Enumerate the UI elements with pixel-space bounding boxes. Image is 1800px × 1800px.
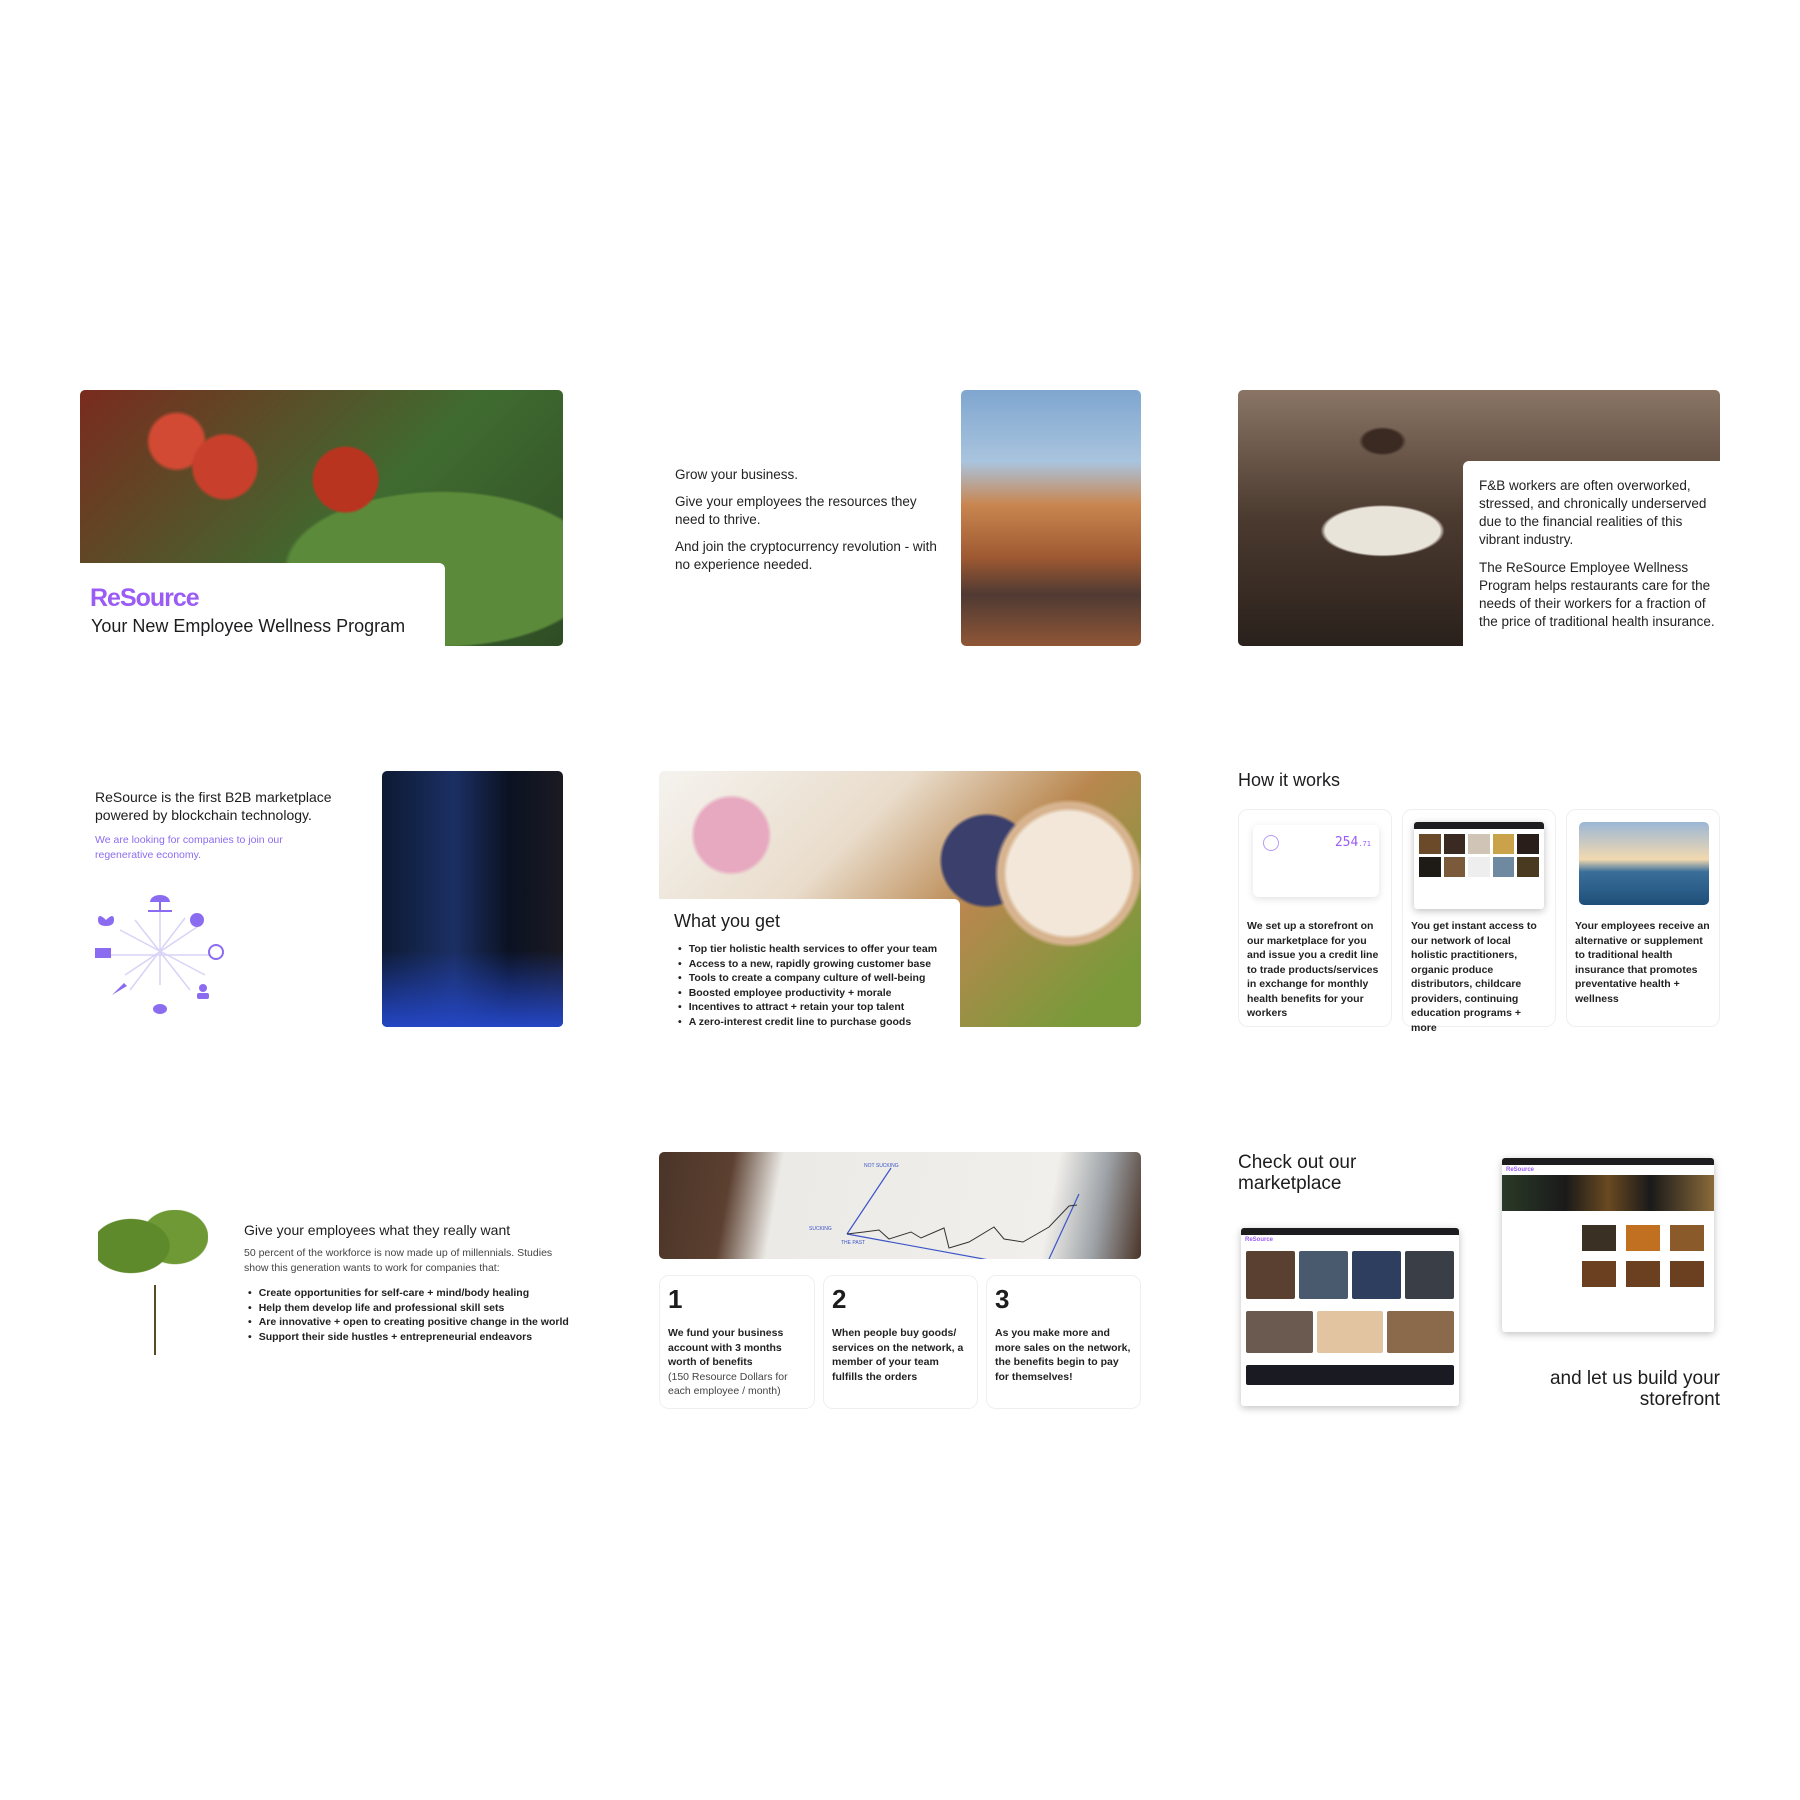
grow-line: Grow your business. (675, 467, 799, 482)
list-item: Incentives to attract + retain your top … (678, 1000, 937, 1015)
wellness-network-diagram (95, 895, 224, 1014)
benefits-list: Top tier holistic health services to off… (678, 942, 937, 1029)
how-card: Your employees receive an alternative or… (1566, 809, 1720, 1027)
step-text: As you make more and more sales on the n… (995, 1327, 1131, 1383)
hand-over-water-photo (1579, 822, 1709, 905)
step-text: We fund your business account with 3 mon… (668, 1327, 784, 1368)
chart-label-left: SUCKING (809, 1226, 832, 1232)
section-title: Check out our marketplace (1238, 1152, 1357, 1194)
resource-logo: ReSource (90, 584, 200, 612)
how-card-text: You get instant access to our network of… (1411, 920, 1537, 1034)
resource-coin-icon (1263, 835, 1279, 851)
slide-title: Your New Employee Wellness Program (91, 616, 406, 636)
marketplace-home-screenshot: ReSource (1241, 1228, 1459, 1406)
beach-umbrella-icon (148, 895, 172, 912)
step-card: 3 As you make more and more sales on the… (986, 1275, 1141, 1409)
chart-label-bottom: THE PAST (841, 1240, 865, 1246)
screenshot-logo: ReSource (1506, 1167, 1535, 1173)
credit-card-graphic: 254.71 (1253, 825, 1379, 897)
step-number: 1 (668, 1284, 683, 1314)
how-card: You get instant access to our network of… (1402, 809, 1556, 1034)
fnb-paragraph: The ReSource Employee Wellness Program h… (1479, 560, 1715, 629)
storefront-caption: and let us build your storefront (1549, 1368, 1720, 1410)
section-title: Give your employees what they really wan… (244, 1222, 511, 1238)
grow-line: And join the cryptocurrency revolution -… (675, 539, 937, 572)
chart-label-top: NOT SUCKING (864, 1163, 899, 1169)
body-text: 50 percent of the workforce is now made … (244, 1247, 553, 1274)
list-item: A zero-interest credit line to purchase … (678, 1015, 937, 1030)
how-card-text: We set up a storefront on our marketplac… (1247, 920, 1379, 1019)
carrot-icon (112, 983, 127, 995)
brain-icon (190, 913, 204, 927)
list-item: Boosted employee productivity + morale (678, 986, 937, 1001)
factory-icon (95, 948, 111, 958)
storefront-screenshot: ReSource (1502, 1158, 1714, 1332)
list-item: Tools to create a company culture of wel… (678, 971, 937, 986)
how-card-text: Your employees receive an alternative or… (1575, 920, 1710, 1005)
pills-icon (153, 1004, 167, 1014)
step-card: 1 We fund your business account with 3 m… (659, 1275, 815, 1409)
fnb-paragraph: F&B workers are often overworked, stress… (1479, 478, 1707, 547)
list-item: Are innovative + open to creating positi… (248, 1315, 569, 1330)
yin-yang-icon (208, 944, 224, 960)
step-number: 2 (832, 1284, 847, 1314)
section-title: What you get (674, 911, 781, 931)
step-note: (150 Resource Dollars for each employee … (668, 1370, 788, 1398)
server-room-photo (382, 771, 563, 1027)
headline: ReSource is the first B2B marketplace po… (95, 789, 332, 823)
grow-line: Give your employees the resources they n… (675, 494, 917, 527)
list-item: Access to a new, rapidly growing custome… (678, 957, 937, 972)
step-number: 3 (995, 1284, 1010, 1314)
credit-amount: 254 (1334, 835, 1359, 850)
screenshot-logo: ReSource (1245, 1237, 1274, 1243)
wants-list: Create opportunities for self-care + min… (248, 1286, 569, 1344)
hand-drawn-chart-photo: NOT SUCKING SUCKING THE PAST (659, 1152, 1141, 1259)
how-card: 254.71 We set up a storefront on our mar… (1238, 809, 1392, 1027)
lotus-icon (98, 916, 114, 926)
section-title: How it works (1238, 770, 1341, 790)
marketplace-screenshot (1414, 822, 1544, 909)
list-item: Top tier holistic health services to off… (678, 942, 937, 957)
canyon-jump-photo (961, 390, 1141, 646)
step-text: When people buy goods/ services on the n… (832, 1327, 964, 1383)
list-item: Create opportunities for self-care + min… (248, 1286, 569, 1301)
list-item: Support their side hustles + entrepreneu… (248, 1330, 569, 1345)
doctor-icon (199, 984, 207, 992)
subline: We are looking for companies to join our… (95, 834, 283, 861)
list-item: Help them develop life and professional … (248, 1301, 569, 1316)
step-card: 2 When people buy goods/ services on the… (823, 1275, 978, 1409)
plant-sprout-photo (98, 1210, 208, 1300)
